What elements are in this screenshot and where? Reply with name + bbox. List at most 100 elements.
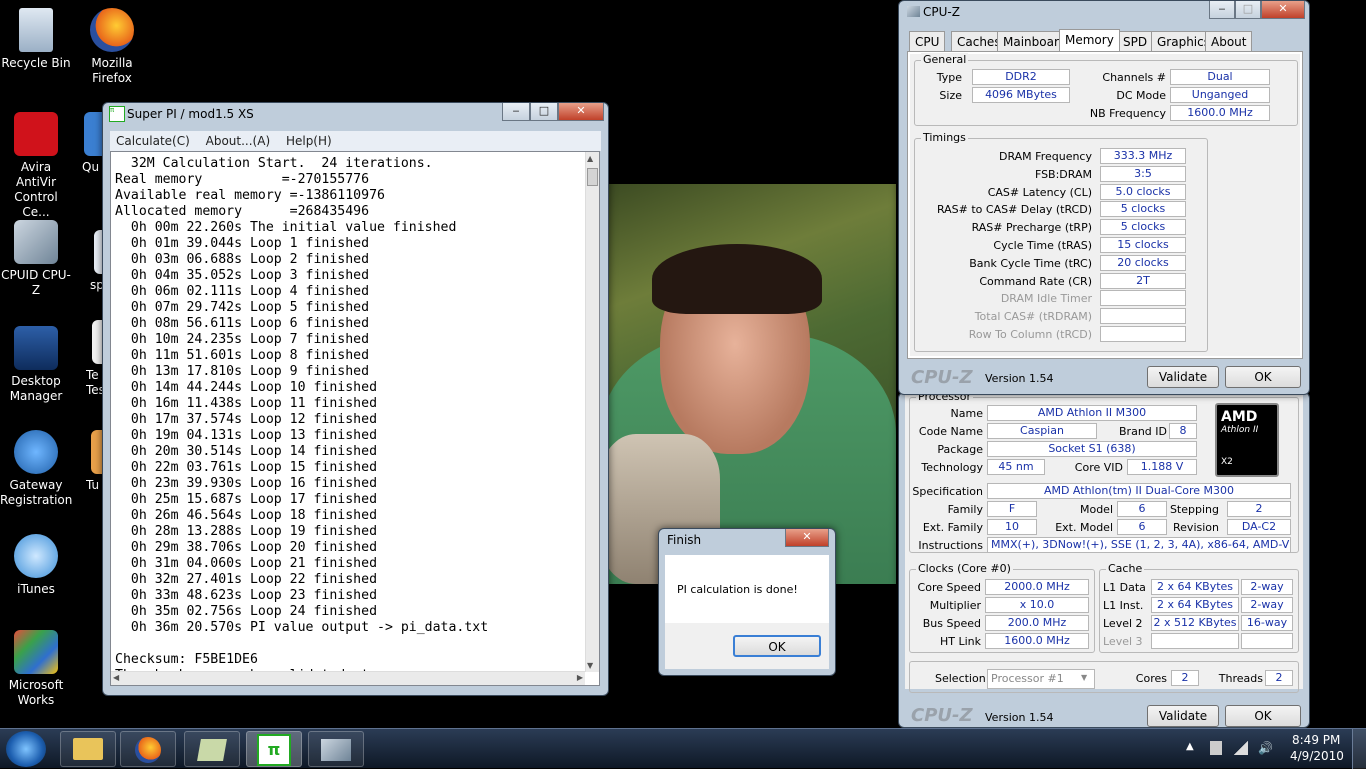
timing-value: 2T <box>1100 272 1186 289</box>
corespeed-value: 2000.0 MHz <box>985 579 1089 595</box>
type-value: DDR2 <box>972 69 1070 85</box>
close-button[interactable]: ✕ <box>785 529 829 547</box>
show-hidden-icons[interactable]: ▲ <box>1186 741 1194 752</box>
desktop-icon-works[interactable]: Microsoft Works <box>0 630 72 708</box>
close-button[interactable]: ✕ <box>1261 1 1305 19</box>
tab-about[interactable]: About <box>1205 31 1253 51</box>
multiplier-value: x 10.0 <box>985 597 1089 613</box>
htlink-label: HT Link <box>939 635 981 648</box>
extmodel-value: 6 <box>1117 519 1167 535</box>
desktop-icon-firefox[interactable]: Mozilla Firefox <box>76 8 148 86</box>
cpuz-version: Version 1.54 <box>985 372 1054 385</box>
chevron-down-icon[interactable]: ▼ <box>1081 673 1087 682</box>
l1d-way: 2-way <box>1241 579 1293 595</box>
taskbar-firefox[interactable] <box>120 731 176 767</box>
taskbar-superpi[interactable]: π <box>246 731 302 767</box>
htlink-value: 1600.0 MHz <box>985 633 1089 649</box>
desktop-icon-recycle-bin[interactable]: Recycle Bin <box>0 8 72 71</box>
instructions-label: Instructions <box>918 539 983 552</box>
cores-value: 2 <box>1171 670 1199 686</box>
maximize-button[interactable]: □ <box>1235 1 1261 19</box>
menu-calculate[interactable]: Calculate(C) <box>116 134 190 148</box>
busspeed-label: Bus Speed <box>922 617 981 630</box>
desktop-icon-label: iTunes <box>17 582 55 596</box>
taskbar-explorer[interactable] <box>60 731 116 767</box>
works-icon <box>14 630 58 674</box>
corevid-label: Core VID <box>1074 461 1123 474</box>
l1d-value: 2 x 64 KBytes <box>1151 579 1239 595</box>
start-button[interactable] <box>6 731 46 767</box>
menu-help[interactable]: Help(H) <box>286 134 332 148</box>
finish-dialog[interactable]: Finish ✕ PI calculation is done! OK <box>658 528 836 676</box>
scroll-thumb[interactable] <box>587 168 598 186</box>
l2-way: 16-way <box>1241 615 1293 631</box>
timing-value: 20 clocks <box>1100 254 1186 271</box>
horizontal-scrollbar[interactable]: ◀ ▶ <box>111 671 585 685</box>
dcmode-value: Unganged <box>1170 87 1270 103</box>
nbfreq-value: 1600.0 MHz <box>1170 105 1270 121</box>
desktop-icon-cpuz[interactable]: CPUID CPU-Z <box>0 220 72 298</box>
cpuz-cpu-window[interactable]: Processor Name AMD Athlon II M300 Code N… <box>898 390 1310 728</box>
finish-message: PI calculation is done! <box>677 583 798 596</box>
codename-value: Caspian <box>987 423 1097 439</box>
superpi-icon: π <box>257 734 291 766</box>
amd-logo-text: AMD <box>1221 409 1258 425</box>
l3-label: Level 3 <box>1103 635 1143 648</box>
timing-label: RAS# to CAS# Delay (tRCD) <box>936 203 1092 217</box>
clock-date[interactable]: 4/9/2010 <box>1290 749 1344 763</box>
desktop-icon-label: CPUID CPU-Z <box>1 268 71 297</box>
tab-memory[interactable]: Memory <box>1059 29 1120 51</box>
desktop-icon-desktop-manager[interactable]: Desktop Manager <box>0 326 72 404</box>
size-label: Size <box>939 89 962 102</box>
validate-button[interactable]: Validate <box>1147 705 1219 727</box>
model-value: 6 <box>1117 501 1167 517</box>
athlon-logo-text: Athlon II <box>1221 425 1259 435</box>
show-desktop-button[interactable] <box>1352 729 1366 769</box>
desktop-icon-label: Microsoft Works <box>8 678 64 707</box>
superpi-output[interactable]: 32M Calculation Start. 24 iterations. Re… <box>110 151 600 686</box>
validate-button[interactable]: Validate <box>1147 366 1219 388</box>
timing-value: 3:5 <box>1100 165 1186 182</box>
clock-time[interactable]: 8:49 PM <box>1292 733 1340 747</box>
superpi-window[interactable]: π Super PI / mod1.5 XS ‒ □ ✕ Calculate(C… <box>102 102 609 696</box>
minimize-button[interactable]: ‒ <box>502 103 530 121</box>
selection-dropdown[interactable]: Processor #1 <box>987 669 1095 689</box>
close-button[interactable]: ✕ <box>558 103 604 121</box>
desktop-icon-gateway[interactable]: Gateway Registration <box>0 430 72 508</box>
spec-value: AMD Athlon(tm) II Dual-Core M300 <box>987 483 1291 499</box>
stepping-label: Stepping <box>1169 503 1219 516</box>
tab-spd[interactable]: SPD <box>1117 31 1154 51</box>
ok-button[interactable]: OK <box>1225 366 1301 388</box>
channels-label: Channels # <box>1102 71 1166 84</box>
desktop-icon-label: Gateway Registration <box>0 478 73 507</box>
tab-cpu[interactable]: CPU <box>909 31 946 51</box>
ok-button[interactable]: OK <box>1225 705 1301 727</box>
taskbar-app[interactable] <box>184 731 240 767</box>
desktop-icon-label: Avira AntiVir Control Ce... <box>14 160 58 219</box>
l3-way <box>1241 633 1293 649</box>
cpuz-cpu-panel: Processor Name AMD Athlon II M300 Code N… <box>905 390 1303 693</box>
finish-ok-button[interactable]: OK <box>733 635 821 657</box>
menu-about[interactable]: About...(A) <box>206 134 271 148</box>
desktop-icon-avira[interactable]: Avira AntiVir Control Ce... <box>0 112 72 220</box>
brandid-label: Brand ID <box>1119 425 1167 438</box>
threads-value: 2 <box>1265 670 1293 686</box>
package-label: Package <box>937 443 983 456</box>
l1i-label: L1 Inst. <box>1103 599 1144 612</box>
name-label: Name <box>950 407 983 420</box>
desktop-icon-itunes[interactable]: iTunes <box>0 534 72 597</box>
taskbar-cpuz[interactable] <box>308 731 364 767</box>
signal-icon[interactable] <box>1234 741 1248 755</box>
avira-icon <box>14 112 58 156</box>
superpi-menubar: Calculate(C) About...(A) Help(H) <box>110 131 601 151</box>
cpuz-logo: CPU-Z <box>911 367 973 388</box>
itunes-icon <box>14 534 58 578</box>
cpuz-memory-window[interactable]: CPU-Z ‒ □ ✕ CPU Caches Mainboard Memory … <box>898 0 1310 395</box>
technology-value: 45 nm <box>987 459 1045 475</box>
maximize-button[interactable]: □ <box>530 103 558 121</box>
folder-icon <box>73 738 103 760</box>
volume-icon[interactable]: 🔊 <box>1258 741 1273 755</box>
minimize-button[interactable]: ‒ <box>1209 1 1235 19</box>
vertical-scrollbar[interactable]: ▲ ▼ <box>585 152 599 672</box>
network-icon[interactable] <box>1210 741 1222 755</box>
